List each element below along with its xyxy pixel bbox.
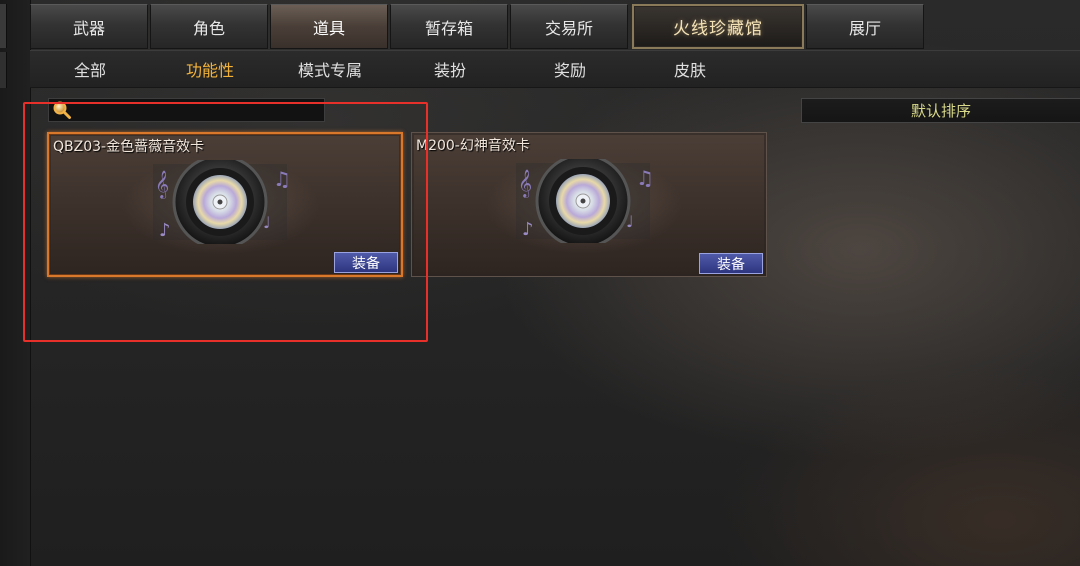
sort-dropdown[interactable]: 默认排序 [801, 98, 1080, 123]
tab-characters[interactable]: 角色 [150, 4, 268, 49]
subtab-all[interactable]: 全部 [30, 51, 150, 87]
tab-exchange[interactable]: 交易所 [510, 4, 628, 49]
item-card[interactable]: QBZ03-金色蔷薇音效卡 𝄞 ♫ ♪ ♩ 装备 [47, 132, 403, 277]
item-card[interactable]: M200-幻神音效卡 𝄞 ♫ ♪ ♩ 装备 [411, 132, 767, 277]
music-disc-icon: 𝄞 ♫ ♪ ♩ [145, 154, 295, 250]
subtab-functional[interactable]: 功能性 [150, 51, 270, 87]
svg-text:𝄞: 𝄞 [518, 169, 532, 198]
subtab-mode-exclusive[interactable]: 模式专属 [270, 51, 390, 87]
search-icon[interactable] [49, 99, 75, 121]
main-tab-bar: 武器 角色 道具 暂存箱 交易所 火线珍藏馆 展厅 [30, 4, 926, 49]
svg-text:♪: ♪ [159, 220, 171, 241]
tab-items[interactable]: 道具 [270, 4, 388, 49]
equip-button[interactable]: 装备 [334, 252, 398, 273]
search-box [48, 98, 325, 122]
svg-text:♪: ♪ [522, 219, 534, 240]
subtab-skins[interactable]: 皮肤 [630, 51, 750, 87]
side-tab[interactable] [0, 52, 7, 88]
svg-text:♩: ♩ [263, 213, 271, 232]
tab-collection[interactable]: 火线珍藏馆 [632, 4, 804, 49]
svg-text:♩: ♩ [626, 212, 634, 231]
search-input[interactable] [75, 99, 324, 121]
tab-showroom[interactable]: 展厅 [806, 4, 924, 49]
sub-tab-bar: 全部 功能性 模式专属 装扮 奖励 皮肤 [30, 50, 1080, 88]
svg-text:♫: ♫ [636, 166, 654, 190]
item-name: QBZ03-金色蔷薇音效卡 [53, 139, 205, 155]
equip-button[interactable]: 装备 [699, 253, 763, 274]
tab-storage[interactable]: 暂存箱 [390, 4, 508, 49]
side-tab[interactable] [0, 4, 7, 48]
item-name: M200-幻神音效卡 [416, 138, 530, 154]
music-disc-icon: 𝄞 ♫ ♪ ♩ [508, 153, 658, 249]
subtab-rewards[interactable]: 奖励 [510, 51, 630, 87]
left-side-panel [0, 0, 31, 566]
tab-weapons[interactable]: 武器 [30, 4, 148, 49]
svg-text:𝄞: 𝄞 [155, 170, 169, 199]
svg-text:♫: ♫ [273, 167, 291, 191]
subtab-cosmetic[interactable]: 装扮 [390, 51, 510, 87]
